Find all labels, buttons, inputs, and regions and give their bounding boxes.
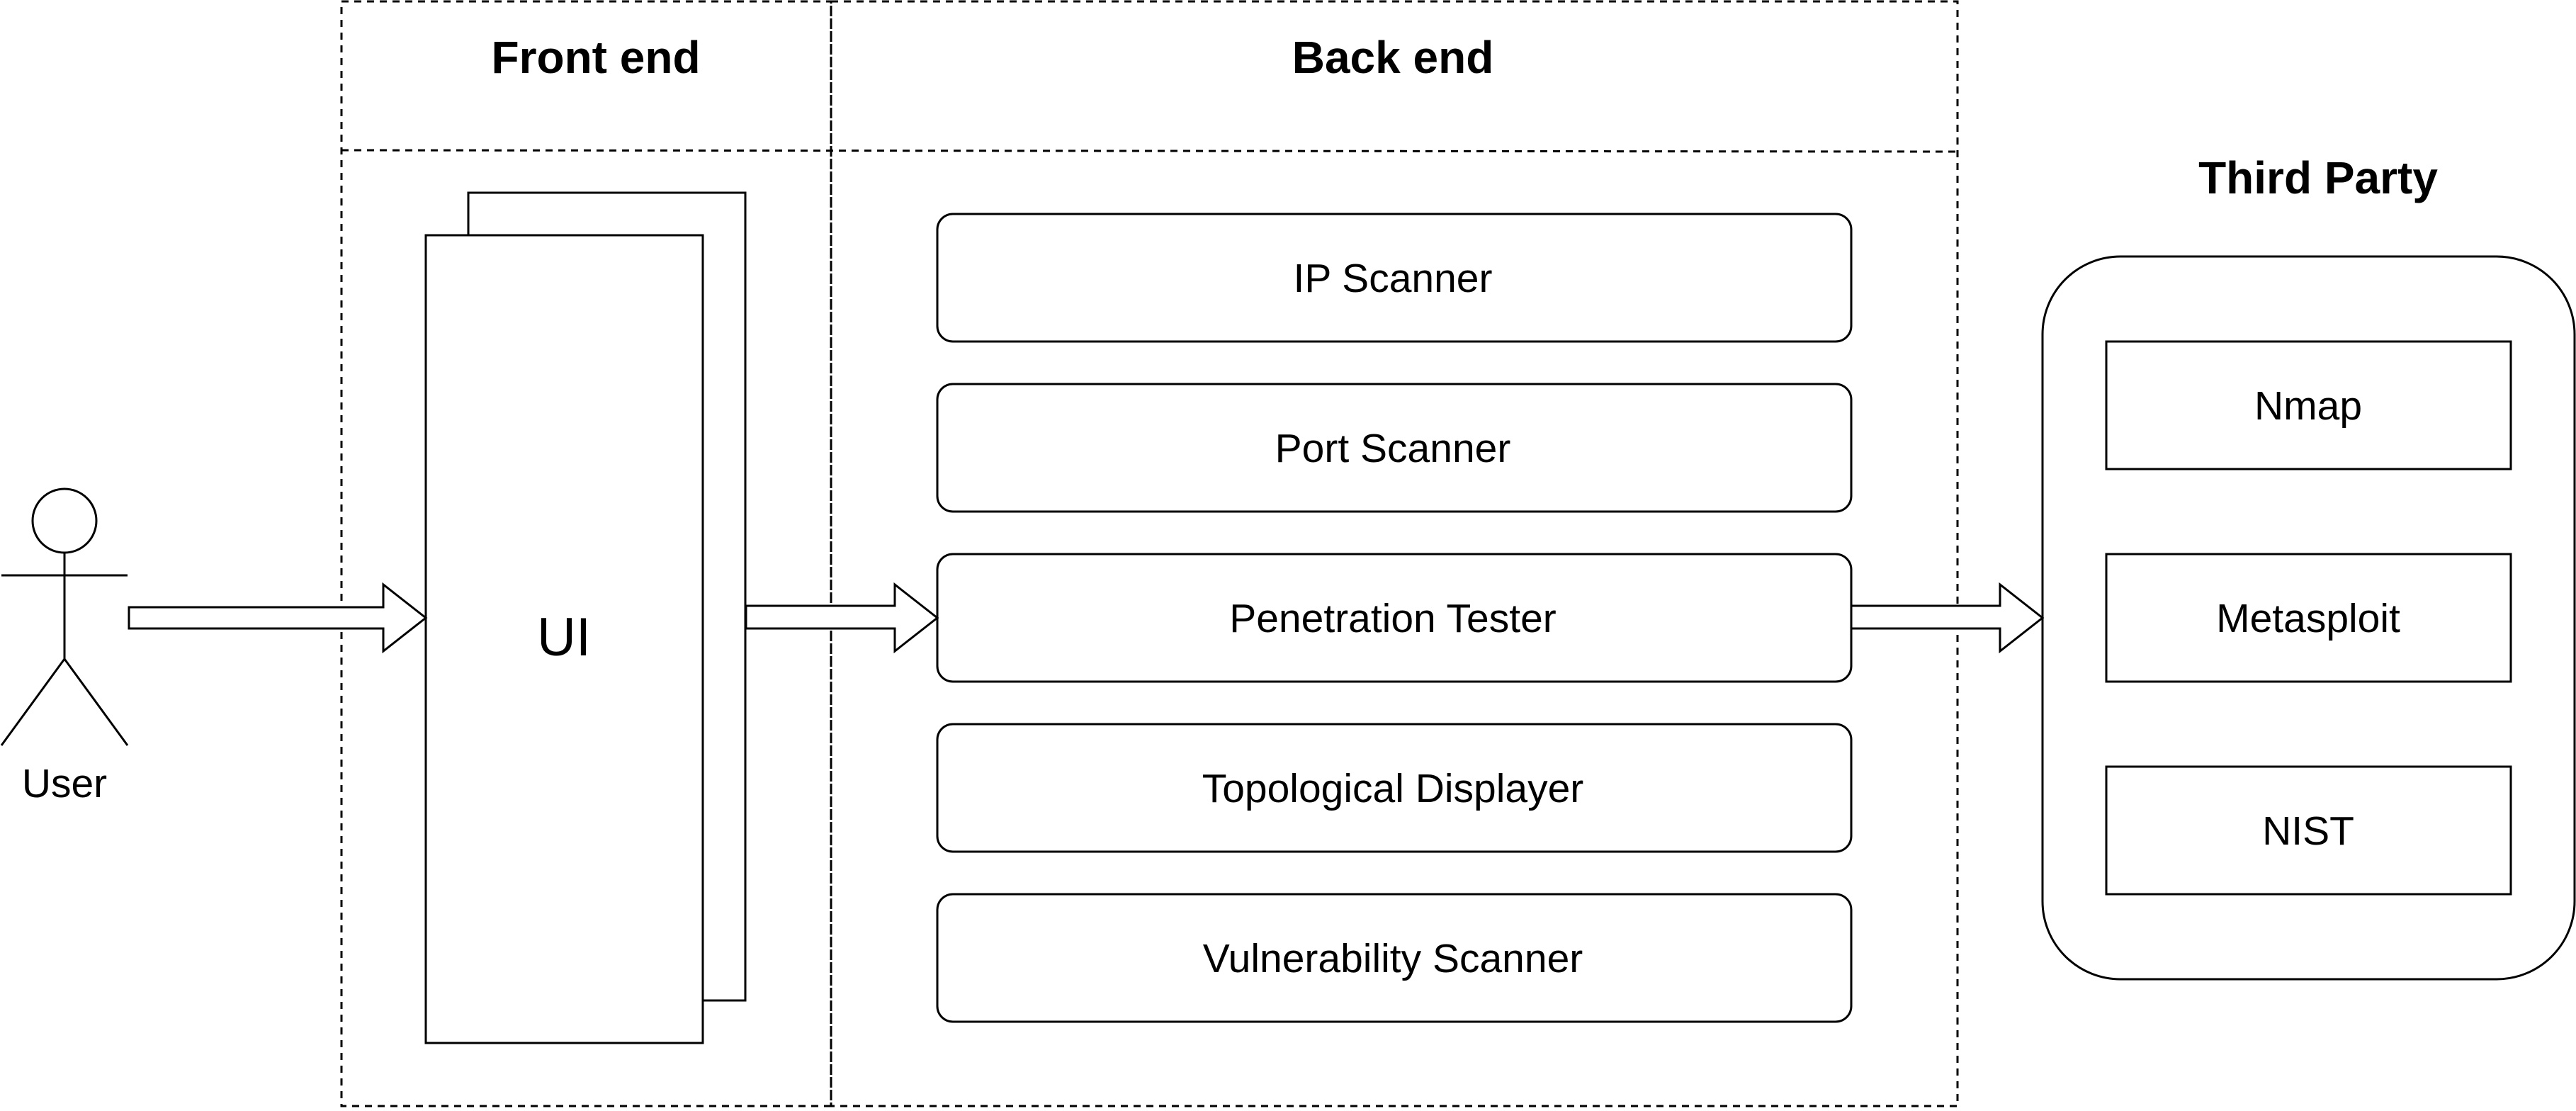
architecture-diagram: Front end Back end Third Party User UI I… [0, 0, 2576, 1107]
module-ip-scanner: IP Scanner [936, 213, 1853, 343]
module-port-scanner: Port Scanner [936, 383, 1853, 513]
third-party-title: Third Party [2198, 152, 2438, 203]
module-label: Penetration Tester [1229, 596, 1557, 641]
stick-figure-user-icon [0, 487, 129, 746]
module-topological-displayer: Topological Displayer [936, 723, 1853, 853]
tool-nist: NIST [2105, 765, 2512, 896]
actor-label: User [22, 761, 107, 806]
front-end-title: Front end [491, 32, 700, 83]
ui-label: UI [537, 607, 591, 667]
module-vulnerability-scanner: Vulnerability Scanner [936, 893, 1853, 1023]
tool-nmap: Nmap [2105, 340, 2512, 470]
module-label: Vulnerability Scanner [1203, 936, 1583, 981]
tool-label: Nmap [2254, 383, 2362, 429]
module-label: Port Scanner [1275, 426, 1511, 471]
user-to-ui-arrow [128, 582, 428, 654]
ui-to-backend-arrow [745, 582, 939, 654]
tool-label: NIST [2262, 808, 2354, 854]
backend-to-third-party-arrow [1850, 582, 2045, 654]
header-divider [341, 149, 1958, 153]
module-label: Topological Displayer [1202, 766, 1584, 811]
tool-label: Metasploit [2216, 596, 2400, 641]
diagram-canvas: Front end Back end Third Party User UI I… [0, 0, 2576, 1107]
tool-metasploit: Metasploit [2105, 553, 2512, 683]
back-end-title: Back end [1292, 32, 1494, 83]
module-label: IP Scanner [1294, 256, 1493, 301]
module-penetration-tester: Penetration Tester [936, 553, 1853, 683]
